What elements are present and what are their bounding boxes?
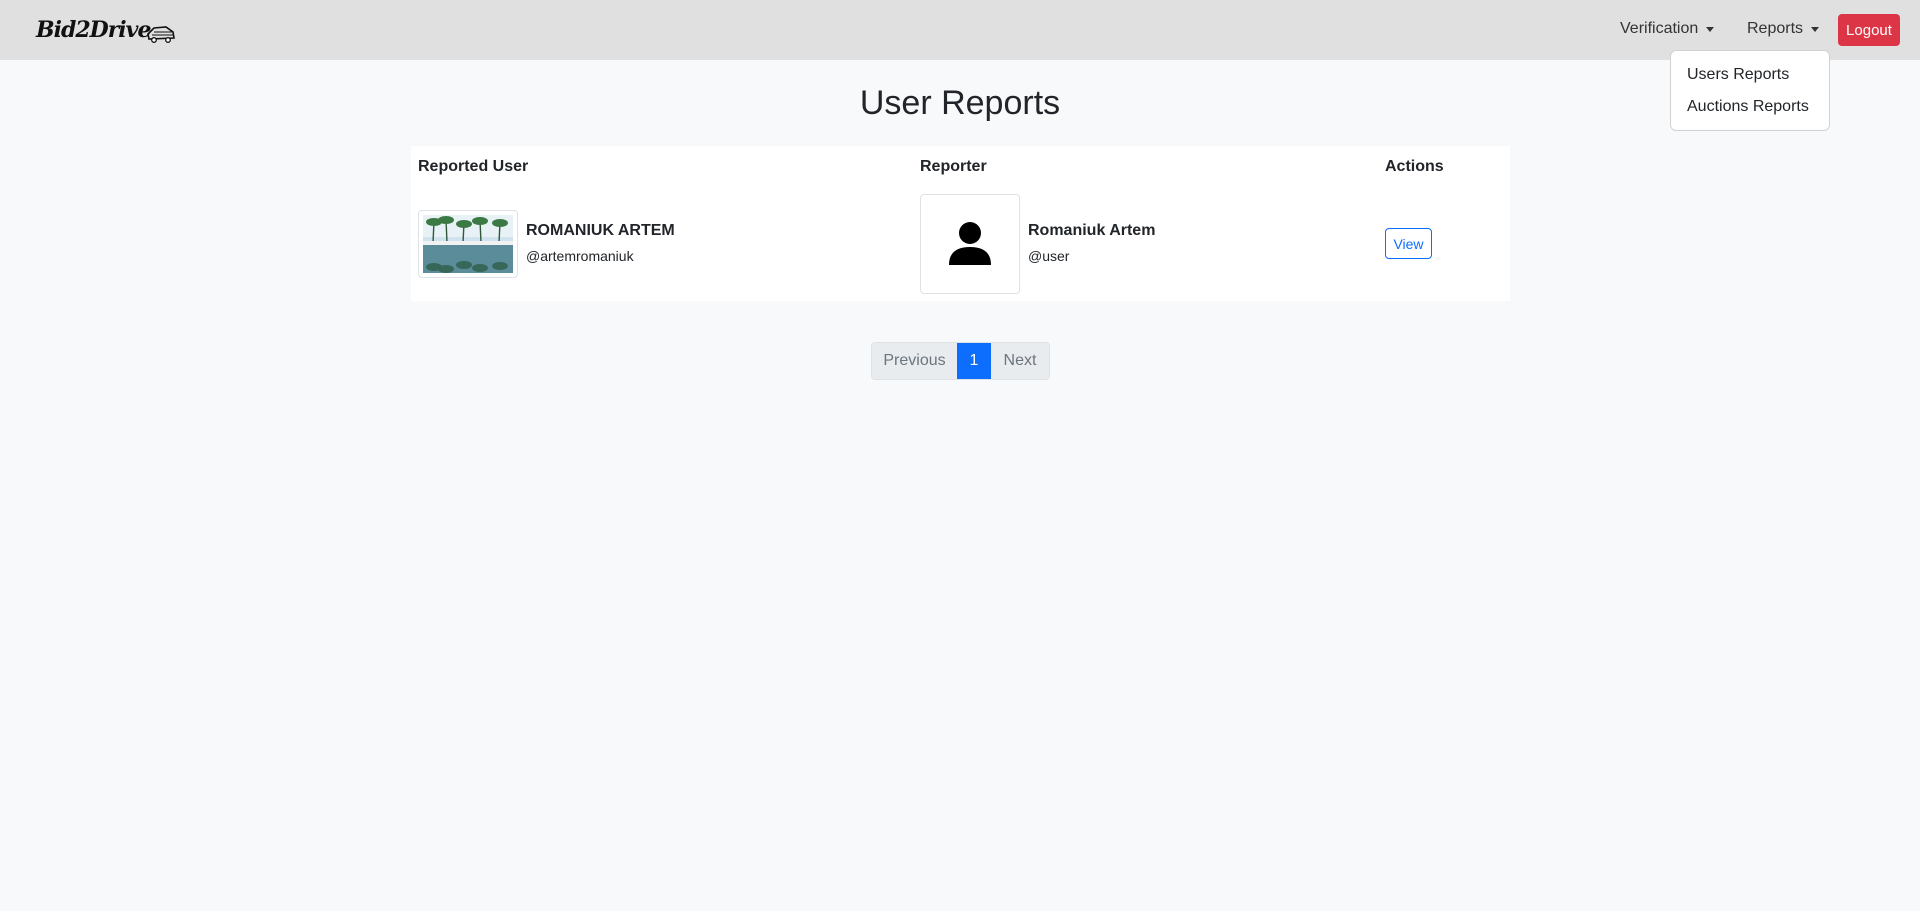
top-navbar: Bid2Drive Verification Reports Logout xyxy=(0,0,1920,60)
user-silhouette-icon xyxy=(949,222,991,265)
nav-verification-label: Verification xyxy=(1620,20,1699,37)
logout-button[interactable]: Logout xyxy=(1838,14,1900,46)
reports-table: Reported User Reporter Actions ROMANIUK … xyxy=(411,146,1510,301)
brand-logo[interactable]: Bid2Drive xyxy=(36,16,176,44)
chevron-down-icon xyxy=(1706,26,1715,32)
chevron-down-icon xyxy=(1811,26,1820,32)
pagination: Previous 1 Next xyxy=(871,342,1050,380)
column-header-reporter: Reporter xyxy=(920,158,987,175)
column-header-reported-user: Reported User xyxy=(418,158,529,175)
nav-reports-dropdown[interactable]: Reports xyxy=(1747,20,1820,38)
column-header-actions: Actions xyxy=(1385,158,1444,175)
nav-verification-dropdown[interactable]: Verification xyxy=(1620,20,1715,38)
reported-user-handle: @artemromaniuk xyxy=(526,248,634,264)
view-report-button[interactable]: View xyxy=(1385,228,1432,259)
car-icon xyxy=(147,26,176,43)
nav-reports-label: Reports xyxy=(1747,20,1804,37)
reported-user-name: ROMANIUK ARTEM xyxy=(526,222,675,239)
reporter-handle: @user xyxy=(1028,248,1070,264)
reporter-name: Romaniuk Artem xyxy=(1028,222,1156,239)
pagination-next[interactable]: Next xyxy=(991,343,1049,379)
page-title: User Reports xyxy=(859,84,1061,122)
palm-trees-photo xyxy=(423,215,513,273)
reporter-avatar xyxy=(920,194,1020,294)
brand-text: Bid2Drive xyxy=(36,17,151,43)
pagination-previous[interactable]: Previous xyxy=(872,343,957,379)
reported-user-avatar xyxy=(418,210,518,278)
pagination-page-1[interactable]: 1 xyxy=(957,343,991,379)
